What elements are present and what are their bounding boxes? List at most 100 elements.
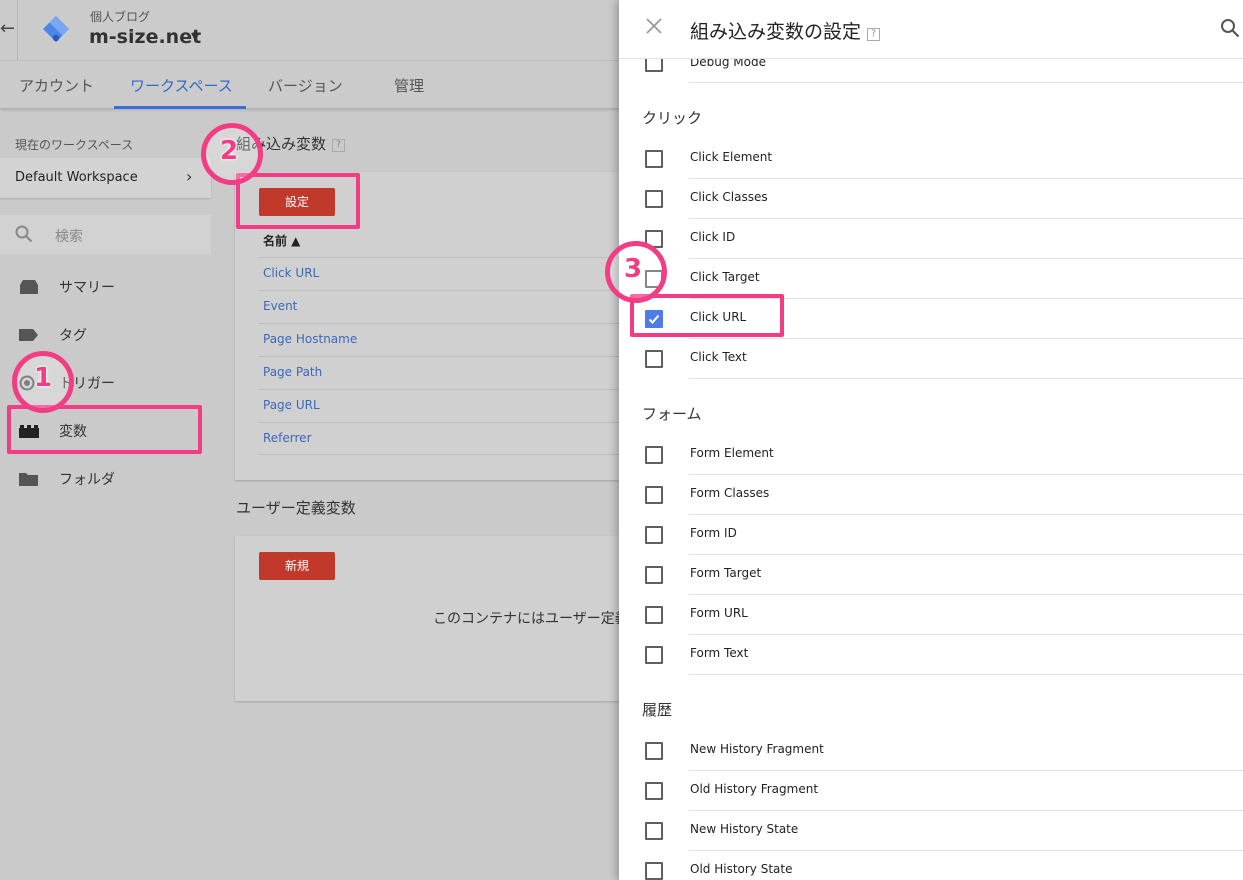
checkbox-label: New History Fragment	[690, 742, 824, 756]
checkbox-row-form-url[interactable]: Form URL	[619, 595, 1243, 635]
checkbox-row-form-text[interactable]: Form Text	[619, 635, 1243, 675]
workspace-label: 現在のワークスペース	[15, 138, 134, 152]
table-row: Page Path	[259, 356, 640, 389]
table-row: Page URL	[259, 389, 640, 422]
workspace-selector[interactable]: Default Workspace ›	[0, 158, 211, 198]
checkbox[interactable]	[645, 526, 663, 544]
checkbox-row-form-element[interactable]: Form Element	[619, 435, 1243, 475]
sidebar-item-label: サマリー	[59, 280, 115, 296]
close-icon[interactable]	[645, 17, 663, 35]
checkbox-row-new-history-state[interactable]: New History State	[619, 811, 1243, 851]
checkbox-label: Form URL	[690, 606, 748, 620]
sidebar-item-folders[interactable]: フォルダ	[0, 459, 211, 499]
panel-title-wrap: 組み込み変数の設定?	[690, 17, 881, 44]
checkbox-label: Click Element	[690, 150, 773, 164]
divider	[689, 378, 1243, 379]
workspace-name: Default Workspace	[15, 170, 138, 185]
checkbox[interactable]	[645, 606, 663, 624]
caret-down-icon[interactable]: ▼	[191, 30, 199, 43]
checkbox[interactable]	[645, 350, 663, 368]
variable-link[interactable]: Referrer	[263, 431, 312, 445]
group-title-click: クリック	[642, 109, 703, 127]
checkbox[interactable]	[645, 742, 663, 760]
checkbox-row-click-text[interactable]: Click Text	[619, 339, 1243, 379]
user-defined-variables-card: 新規 このコンテナにはユーザー定義	[235, 536, 640, 701]
chevron-right-icon: ›	[186, 167, 193, 186]
checkbox[interactable]	[645, 486, 663, 504]
checkbox[interactable]	[645, 782, 663, 800]
folder-icon	[19, 473, 38, 486]
new-variable-button[interactable]: 新規	[259, 552, 335, 580]
checkbox[interactable]	[645, 862, 663, 880]
builtin-variables-settings-panel: 組み込み変数の設定? Debug Mode 組み込み変数の設定? クリック Cl…	[619, 0, 1243, 880]
checkbox[interactable]	[645, 446, 663, 464]
checkbox[interactable]	[645, 566, 663, 584]
panel-title: 組み込み変数の設定	[690, 21, 862, 43]
checkbox-label: Old History Fragment	[690, 782, 819, 796]
checkbox-label: Old History State	[690, 862, 793, 876]
checkbox[interactable]	[645, 190, 663, 208]
checkbox-row-form-classes[interactable]: Form Classes	[619, 475, 1243, 515]
tag-manager-logo-icon	[43, 16, 69, 42]
empty-state-message: このコンテナにはユーザー定義	[433, 611, 629, 627]
main-tabs: アカウント ワークスペース バージョン 管理	[0, 60, 640, 109]
checkbox-row-old-history-fragment[interactable]: Old History Fragment	[619, 771, 1243, 811]
sidebar-item-summary[interactable]: サマリー	[0, 267, 211, 307]
variable-link[interactable]: Page URL	[263, 398, 320, 412]
tab-admin[interactable]: 管理	[394, 75, 424, 96]
account-name: 個人ブログ	[90, 10, 151, 24]
checkbox-label: Click ID	[690, 230, 736, 244]
sidebar-item-label: タグ	[59, 328, 87, 344]
tab-account[interactable]: アカウント	[19, 75, 94, 96]
table-row: Page Hostname	[259, 323, 640, 356]
tag-icon	[19, 329, 38, 341]
annotation-number-3: 3	[624, 254, 643, 284]
checkbox-row-form-target[interactable]: Form Target	[619, 555, 1243, 595]
checkbox[interactable]	[645, 150, 663, 168]
checkbox[interactable]	[645, 646, 663, 664]
help-icon[interactable]: ?	[867, 28, 881, 41]
user-defined-variables-title: ユーザー定義変数	[236, 499, 356, 517]
annotation-number-2: 2	[220, 136, 239, 166]
checkbox-label: Form Classes	[690, 486, 770, 500]
checkbox-row-new-history-fragment[interactable]: New History Fragment	[619, 731, 1243, 771]
summary-icon	[20, 280, 38, 294]
checkbox-row-click-id[interactable]: Click ID	[619, 219, 1243, 259]
divider	[619, 58, 1243, 59]
checkbox-row-click-classes[interactable]: Click Classes	[619, 179, 1243, 219]
annotation-highlight-configure	[236, 173, 360, 229]
checkbox[interactable]	[645, 822, 663, 840]
checkbox-label: Form ID	[690, 526, 737, 540]
back-arrow-icon[interactable]: ←	[0, 18, 15, 40]
checkbox-label: Click Text	[690, 350, 747, 364]
checkbox-row-click-element[interactable]: Click Element	[619, 139, 1243, 179]
variable-link[interactable]: Event	[263, 299, 297, 313]
checkbox-row-old-history-state[interactable]: Old History State	[619, 851, 1243, 880]
variable-link[interactable]: Click URL	[263, 266, 319, 280]
help-icon[interactable]: ?	[332, 139, 346, 152]
checkbox-row-form-id[interactable]: Form ID	[619, 515, 1243, 555]
search-icon[interactable]	[1220, 18, 1240, 38]
search-input[interactable]: 検索	[55, 226, 83, 246]
divider	[689, 82, 1243, 83]
sidebar-item-tags[interactable]: タグ	[0, 315, 211, 355]
table-row: Referrer	[259, 422, 640, 455]
checkbox-label: New History State	[690, 822, 799, 836]
sidebar-item-label: フォルダ	[59, 472, 115, 488]
checkbox-row-click-target[interactable]: Click Target	[619, 259, 1243, 299]
search-icon	[15, 225, 33, 243]
variable-link[interactable]: Page Path	[263, 365, 322, 379]
annotation-number-1: 1	[34, 363, 53, 393]
name-column-header[interactable]: 名前 ▲	[263, 232, 300, 249]
tab-versions[interactable]: バージョン	[268, 75, 343, 96]
divider	[17, 0, 18, 60]
table-row: Click URL	[259, 257, 640, 290]
table-row: Event	[259, 290, 640, 323]
checkbox-label: Click Classes	[690, 190, 768, 204]
group-title-history: 履歴	[642, 701, 673, 719]
variable-link[interactable]: Page Hostname	[263, 332, 357, 346]
tab-workspace[interactable]: ワークスペース	[130, 75, 233, 96]
checkbox-label: Form Element	[690, 446, 774, 460]
container-name[interactable]: m-size.net	[89, 26, 201, 48]
sidebar-search[interactable]: 検索	[0, 215, 211, 254]
